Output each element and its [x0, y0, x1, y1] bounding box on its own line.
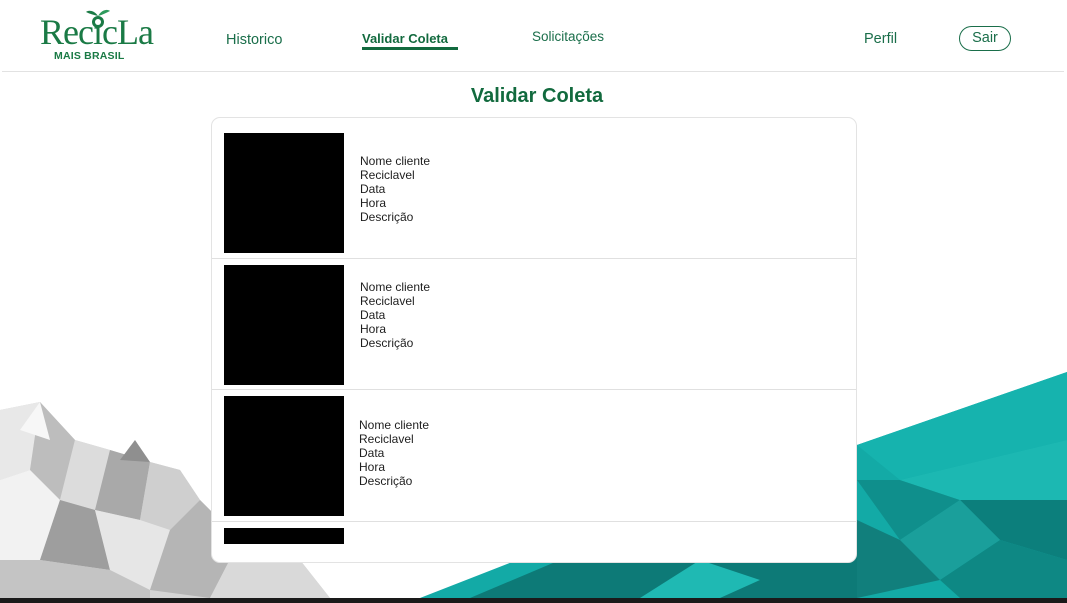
collection-list-item-partial[interactable] — [212, 522, 856, 562]
item-details: Nome cliente Reciclavel Data Hora Descri… — [359, 418, 429, 488]
nav-solicitacoes[interactable]: Solicitações — [532, 29, 604, 44]
top-navbar: RecicLa MAIS BRASIL Historico Validar Co… — [2, 2, 1064, 72]
collection-time: Hora — [360, 322, 387, 336]
nav-historico[interactable]: Historico — [226, 32, 282, 48]
collection-list-item[interactable]: Nome cliente Reciclavel Data Hora Descri… — [212, 259, 856, 390]
collection-list-item[interactable]: Nome cliente Reciclavel Data Hora Descri… — [212, 118, 856, 259]
logout-button[interactable]: Sair — [959, 26, 1011, 51]
item-thumbnail — [224, 265, 344, 385]
collection-description: Descrição — [360, 336, 414, 350]
client-name: Nome cliente — [359, 418, 430, 432]
collection-list-item[interactable]: Nome cliente Reciclavel Data Hora Descri… — [212, 390, 856, 522]
leaf-icon — [86, 9, 110, 28]
collection-date: Data — [360, 182, 386, 196]
logo-subtitle: MAIS BRASIL — [54, 50, 125, 62]
item-thumbnail — [224, 528, 344, 544]
recyclable-type: Reciclavel — [360, 168, 415, 182]
item-thumbnail — [224, 133, 344, 253]
item-thumbnail — [224, 396, 344, 516]
collection-date: Data — [360, 308, 386, 322]
bottom-edge-bar — [0, 598, 1067, 603]
nav-perfil[interactable]: Perfil — [864, 31, 897, 47]
item-details: Nome cliente Reciclavel Data Hora Descri… — [360, 280, 430, 350]
collection-description: Descrição — [359, 474, 413, 488]
item-details: Nome cliente Reciclavel Data Hora Descri… — [360, 154, 430, 224]
active-tab-indicator — [362, 47, 458, 50]
collection-description: Descrição — [360, 210, 414, 224]
brand-logo[interactable]: RecicLa MAIS BRASIL — [40, 8, 170, 66]
collection-list-card: Nome cliente Reciclavel Data Hora Descri… — [211, 117, 857, 563]
recyclable-type: Reciclavel — [360, 294, 415, 308]
collection-time: Hora — [359, 460, 386, 474]
client-name: Nome cliente — [360, 154, 431, 168]
nav-validar-coleta[interactable]: Validar Coleta — [362, 31, 448, 46]
collection-date: Data — [359, 446, 385, 460]
recyclable-type: Reciclavel — [359, 432, 414, 446]
collection-time: Hora — [360, 196, 387, 210]
page-title: Validar Coleta — [470, 85, 604, 107]
client-name: Nome cliente — [360, 280, 431, 294]
